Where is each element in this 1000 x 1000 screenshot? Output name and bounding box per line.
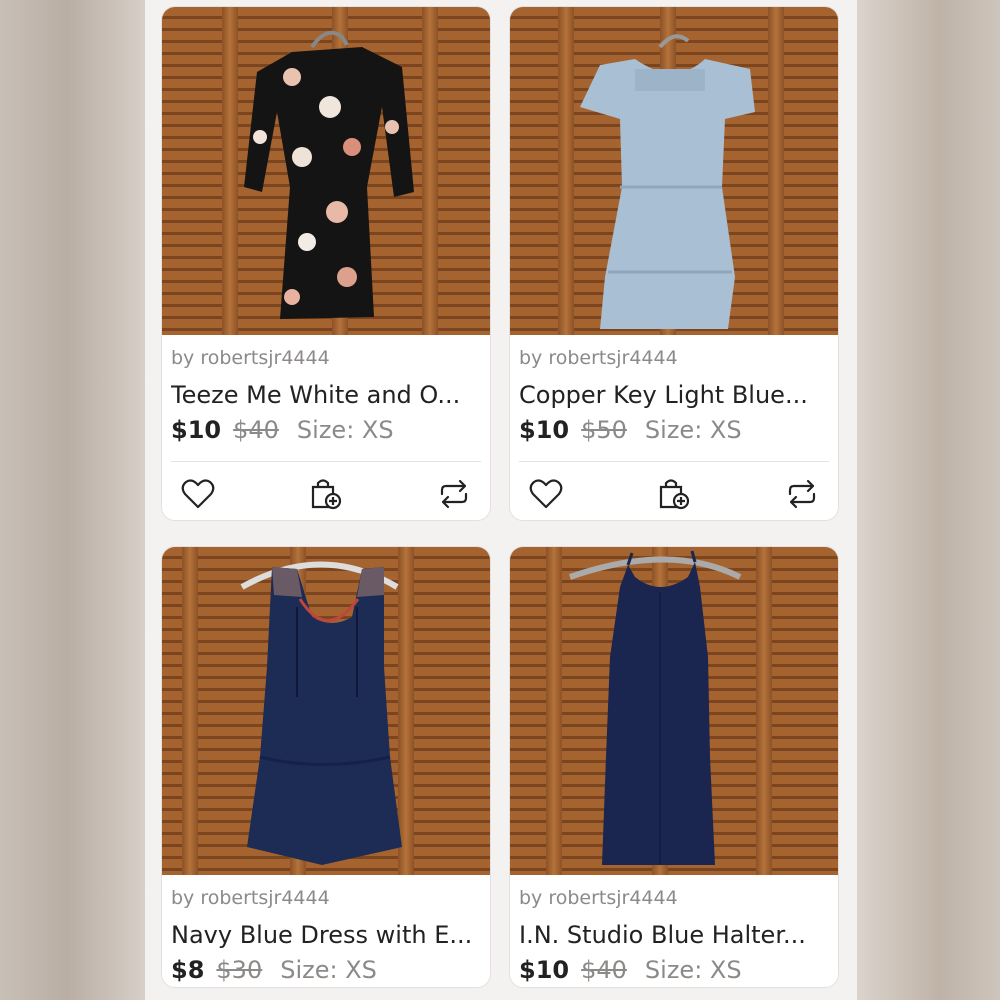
seller-username[interactable]: robertsjr4444 (548, 347, 677, 369)
action-bar (510, 462, 838, 520)
listing-card[interactable]: by robertsjr4444 Copper Key Light Blue...… (509, 6, 839, 521)
original-price: $30 (216, 956, 263, 984)
price-row: $10 $40 Size: XS (519, 953, 829, 987)
heart-icon (181, 479, 215, 509)
seller-username[interactable]: robertsjr4444 (200, 887, 329, 909)
seller-prefix: by (171, 887, 195, 909)
price-row: $10 $40 Size: XS (171, 413, 481, 447)
seller-prefix: by (519, 347, 543, 369)
share-icon (440, 479, 468, 509)
original-price: $40 (233, 416, 279, 444)
listing-card[interactable]: by robertsjr4444 I.N. Studio Blue Halter.… (509, 546, 839, 988)
like-button[interactable] (526, 474, 566, 514)
bundle-add-icon (311, 479, 342, 510)
navy-embroidered-dress-image (240, 561, 402, 865)
navy-halter-dress-image (569, 550, 742, 865)
seller-username[interactable]: robertsjr4444 (200, 347, 329, 369)
background-left (0, 0, 150, 1000)
seller-name[interactable]: by robertsjr4444 (171, 885, 481, 911)
listing-size: Size: XS (280, 956, 377, 984)
heart-icon (529, 479, 563, 509)
seller-name[interactable]: by robertsjr4444 (519, 885, 829, 911)
seller-name[interactable]: by robertsjr4444 (171, 345, 481, 371)
listing-photo[interactable] (510, 7, 838, 335)
add-to-bundle-button[interactable] (306, 474, 346, 514)
listing-price: $10 (171, 416, 222, 444)
listing-title[interactable]: Teeze Me White and O... (171, 377, 481, 413)
like-button[interactable] (178, 474, 218, 514)
listing-card[interactable]: by robertsjr4444 Navy Blue Dress with E..… (161, 546, 491, 988)
seller-prefix: by (171, 347, 195, 369)
original-price: $40 (581, 956, 627, 984)
listing-photo[interactable] (510, 547, 838, 875)
listing-title[interactable]: I.N. Studio Blue Halter... (519, 917, 829, 953)
share-button[interactable] (434, 474, 474, 514)
listing-grid: by robertsjr4444 Teeze Me White and O... … (145, 0, 857, 1000)
seller-prefix: by (519, 887, 543, 909)
original-price: $50 (581, 416, 627, 444)
bundle-add-icon (659, 479, 690, 510)
listing-title[interactable]: Navy Blue Dress with E... (171, 917, 481, 953)
share-icon (788, 479, 816, 509)
listing-photo[interactable] (162, 7, 490, 335)
price-row: $10 $50 Size: XS (519, 413, 829, 447)
listing-card[interactable]: by robertsjr4444 Teeze Me White and O... … (161, 6, 491, 521)
background-right (850, 0, 1000, 1000)
listing-price: $8 (171, 956, 205, 984)
black-floral-dress-image (244, 30, 414, 319)
listing-photo[interactable] (162, 547, 490, 875)
light-blue-dress-image (580, 34, 755, 329)
add-to-bundle-button[interactable] (654, 474, 694, 514)
share-button[interactable] (782, 474, 822, 514)
listing-price: $10 (519, 416, 570, 444)
seller-username[interactable]: robertsjr4444 (548, 887, 677, 909)
listing-size: Size: XS (296, 416, 394, 444)
seller-name[interactable]: by robertsjr4444 (519, 345, 829, 371)
action-bar (162, 462, 490, 520)
listing-title[interactable]: Copper Key Light Blue... (519, 377, 829, 413)
listing-size: Size: XS (644, 416, 742, 444)
listing-price: $10 (519, 956, 570, 984)
listing-size: Size: XS (644, 956, 742, 984)
price-row: $8 $30 Size: XS (171, 953, 481, 987)
